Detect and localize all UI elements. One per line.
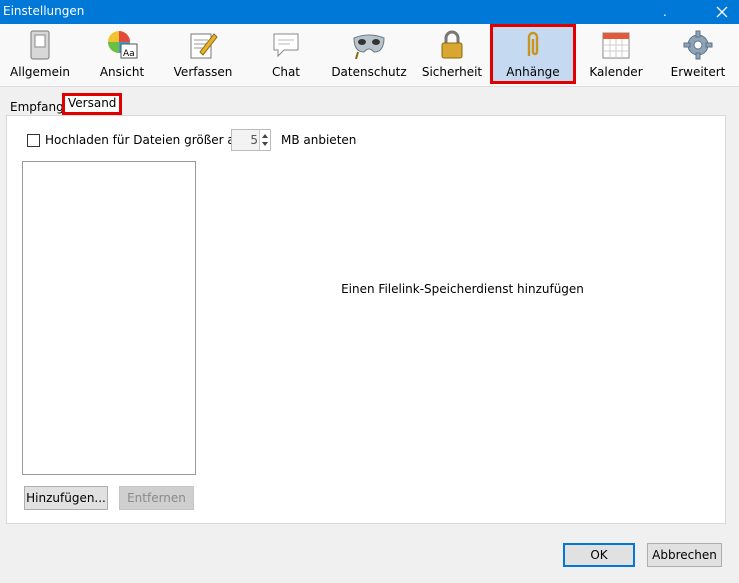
toolbar-allgemein[interactable]: Allgemein [6, 24, 74, 84]
remove-provider-button[interactable]: Entfernen [119, 486, 194, 510]
toolbar-label: Chat [271, 65, 301, 79]
filelink-hint: Einen Filelink-Speicherdienst hinzufügen [341, 282, 584, 296]
compose-icon [190, 33, 218, 59]
stepper-arrows[interactable] [259, 130, 270, 150]
chat-bubble-icon [273, 33, 299, 58]
preferences-toolbar: Allgemein Aa Ansicht Verfassen Chat Date… [0, 24, 739, 87]
toolbar-label: Ansicht [99, 65, 145, 79]
toolbar-ansicht[interactable]: Aa Ansicht [90, 24, 154, 84]
toolbar-verfassen[interactable]: Verfassen [168, 24, 238, 84]
svg-text:Aa: Aa [123, 49, 135, 59]
unit-label: MB anbieten [281, 133, 357, 147]
filelink-provider-list[interactable] [22, 161, 196, 475]
calendar-icon [602, 32, 630, 59]
close-icon[interactable] [710, 1, 734, 23]
ok-button[interactable]: OK [563, 543, 635, 567]
size-stepper[interactable]: 5 [231, 129, 271, 151]
add-provider-button[interactable]: Hinzufügen... [24, 486, 108, 510]
cancel-button[interactable]: Abbrechen [647, 543, 722, 567]
padlock-icon [441, 30, 463, 59]
chevron-down-icon[interactable] [262, 142, 268, 146]
toolbar-kalender[interactable]: Kalender [582, 24, 650, 84]
mask-icon [353, 34, 385, 60]
title-bar: Einstellungen . [0, 0, 739, 24]
paperclip-icon [527, 31, 539, 56]
tab-versand[interactable]: Versand [62, 93, 123, 115]
toolbar-erweitert[interactable]: Erweitert [664, 24, 732, 84]
upload-checkbox[interactable] [27, 134, 40, 147]
window-title: Einstellungen [3, 4, 85, 18]
switch-icon [30, 30, 50, 60]
toolbar-chat[interactable]: Chat [254, 24, 318, 84]
chevron-up-icon[interactable] [262, 134, 268, 138]
toolbar-label: Verfassen [173, 65, 233, 79]
toolbar-sicherheit[interactable]: Sicherheit [418, 24, 486, 84]
palette-icon: Aa [108, 31, 138, 59]
toolbar-label: Erweitert [670, 65, 726, 79]
toolbar-label: Datenschutz [331, 65, 407, 79]
gear-icon [683, 30, 713, 60]
toolbar-label: Anhänge [506, 65, 560, 79]
toolbar-label: Allgemein [10, 65, 70, 79]
toolbar-label: Sicherheit [421, 65, 483, 79]
size-value[interactable]: 5 [232, 133, 258, 147]
title-dot: . [663, 5, 667, 19]
toolbar-datenschutz[interactable]: Datenschutz [328, 24, 410, 84]
toolbar-anhaenge[interactable]: Anhänge [490, 24, 576, 84]
upload-checkbox-label[interactable]: Hochladen für Dateien größer als [45, 133, 244, 147]
toolbar-label: Kalender [589, 65, 643, 79]
